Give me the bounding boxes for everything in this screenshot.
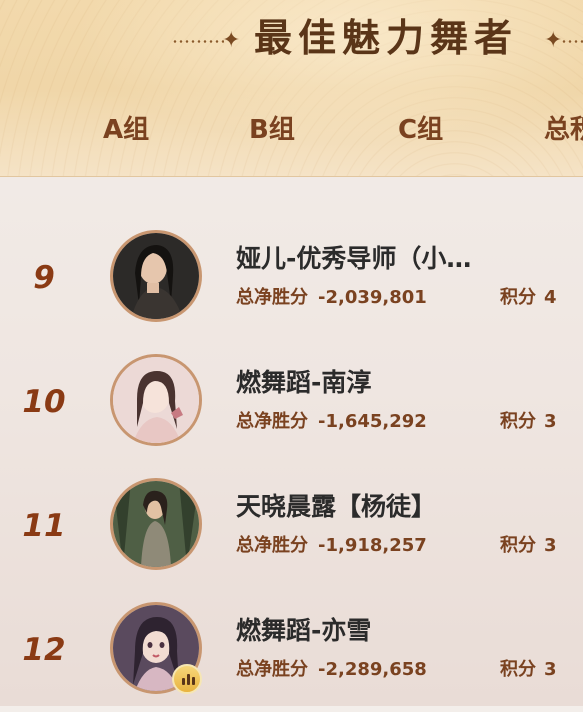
points-value: 3 — [544, 659, 557, 680]
avatar[interactable] — [110, 354, 202, 446]
points: 积分 3 — [500, 658, 557, 682]
net-win-score: 总净胜分 -2,039,801 — [236, 286, 427, 310]
title-dots-left — [172, 40, 224, 43]
rank-number: 11 — [22, 508, 66, 544]
dancer-name: 燃舞蹈-亦雪 — [236, 616, 372, 645]
net-win-label: 总净胜分 — [236, 411, 308, 432]
points-label: 积分 — [500, 659, 536, 680]
points-label: 积分 — [500, 535, 536, 556]
dancer-name: 娅儿-优秀导师（小… — [236, 244, 472, 273]
net-win-label: 总净胜分 — [236, 659, 308, 680]
ranking-row[interactable]: 9 娅儿-优秀导师（小… 总净胜分 -2,039,801 积分 4 — [0, 230, 583, 340]
avatar[interactable] — [110, 230, 202, 322]
points: 积分 3 — [500, 410, 557, 434]
net-win-label: 总净胜分 — [236, 287, 308, 308]
ranking-row[interactable]: 12 燃舞蹈-亦雪 总净胜分 -2,289,658 积分 3 — [0, 602, 583, 712]
dancer-name: 天晓晨露【杨徒】 — [236, 492, 437, 521]
tab-group-a[interactable]: A组 — [103, 113, 149, 147]
rank-number: 10 — [22, 384, 66, 420]
tab-overall[interactable]: 总积 — [544, 113, 583, 147]
net-win-score: 总净胜分 -1,918,257 — [236, 534, 427, 558]
points: 积分 3 — [500, 534, 557, 558]
net-win-label: 总净胜分 — [236, 535, 308, 556]
rank-number: 12 — [22, 632, 66, 668]
points-value: 3 — [544, 535, 557, 556]
net-win-value: -2,289,658 — [318, 659, 427, 680]
avatar[interactable] — [110, 478, 202, 570]
points-value: 4 — [544, 287, 557, 308]
net-win-value: -1,918,257 — [318, 535, 427, 556]
dancer-name: 燃舞蹈-南淳 — [236, 368, 372, 397]
rank-number: 9 — [33, 260, 55, 296]
title-banner: ✦ 最佳魅力舞者 ✦ — [0, 6, 583, 68]
net-win-score: 总净胜分 -1,645,292 — [236, 410, 427, 434]
points-label: 积分 — [500, 287, 536, 308]
net-win-score: 总净胜分 -2,289,658 — [236, 658, 427, 682]
sparkle-icon: ✦ — [222, 28, 241, 53]
live-bars-icon — [172, 664, 202, 694]
tab-group-b[interactable]: B组 — [249, 113, 295, 147]
net-win-value: -1,645,292 — [318, 411, 427, 432]
title-dots-right — [561, 40, 583, 43]
net-win-value: -2,039,801 — [318, 287, 427, 308]
ranking-row[interactable]: 10 燃舞蹈-南淳 总净胜分 -1,645,292 积分 3 — [0, 354, 583, 464]
ranking-row[interactable]: 11 天晓晨露【杨徒】 总净胜分 -1,918,257 积分 3 — [0, 478, 583, 588]
points: 积分 4 — [500, 286, 557, 310]
points-label: 积分 — [500, 411, 536, 432]
tab-group-c[interactable]: C组 — [398, 113, 443, 147]
page-header: ✦ 最佳魅力舞者 ✦ A组 B组 C组 总积 — [0, 0, 583, 177]
points-value: 3 — [544, 411, 557, 432]
sparkle-icon: ✦ — [544, 28, 563, 53]
page-title: 最佳魅力舞者 — [254, 16, 519, 60]
